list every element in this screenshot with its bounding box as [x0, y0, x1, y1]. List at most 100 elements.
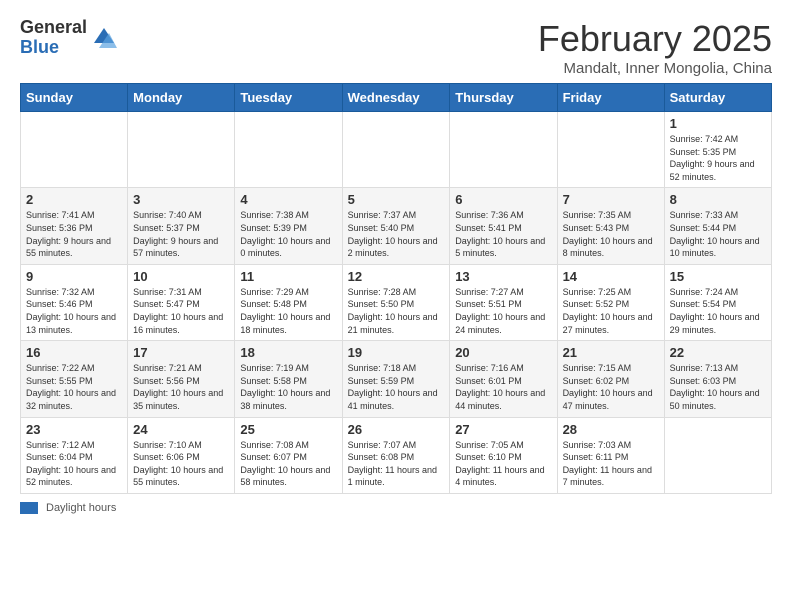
day-cell: 28 Sunrise: 7:03 AM Sunset: 6:11 PM Dayli…	[557, 417, 664, 493]
day-cell: 13 Sunrise: 7:27 AM Sunset: 5:51 PM Dayli…	[450, 264, 557, 340]
day-info: Sunrise: 7:31 AM Sunset: 5:47 PM Dayligh…	[133, 286, 229, 336]
title-block: February 2025 Mandalt, Inner Mongolia, C…	[538, 18, 772, 77]
day-number: 28	[563, 422, 659, 437]
day-number: 20	[455, 345, 551, 360]
day-info: Sunrise: 7:18 AM Sunset: 5:59 PM Dayligh…	[348, 362, 445, 412]
day-number: 21	[563, 345, 659, 360]
day-cell: 2 Sunrise: 7:41 AM Sunset: 5:36 PM Daylig…	[21, 188, 128, 264]
day-cell: 11Sunrise: 7:29 AM Sunset: 5:48 PM Dayli…	[235, 264, 342, 340]
day-info: Sunrise: 7:27 AM Sunset: 5:51 PM Dayligh…	[455, 286, 551, 336]
day-cell: 17 Sunrise: 7:21 AM Sunset: 5:56 PM Dayli…	[128, 341, 235, 417]
day-number: 27	[455, 422, 551, 437]
day-info: Sunrise: 7:07 AM Sunset: 6:08 PM Dayligh…	[348, 439, 445, 489]
day-cell: 21 Sunrise: 7:15 AM Sunset: 6:02 PM Dayli…	[557, 341, 664, 417]
day-cell: 16 Sunrise: 7:22 AM Sunset: 5:55 PM Dayli…	[21, 341, 128, 417]
day-cell	[342, 112, 450, 188]
day-info: Sunrise: 7:21 AM Sunset: 5:56 PM Dayligh…	[133, 362, 229, 412]
day-cell	[21, 112, 128, 188]
weekday-header-tuesday: Tuesday	[235, 84, 342, 112]
page: General Blue February 2025 Mandalt, Inne…	[0, 0, 792, 524]
day-number: 10	[133, 269, 229, 284]
day-number: 11	[240, 269, 336, 284]
day-info: Sunrise: 7:16 AM Sunset: 6:01 PM Dayligh…	[455, 362, 551, 412]
day-info: Sunrise: 7:10 AM Sunset: 6:06 PM Dayligh…	[133, 439, 229, 489]
day-number: 15	[670, 269, 766, 284]
day-cell: 7Sunrise: 7:35 AM Sunset: 5:43 PM Daylig…	[557, 188, 664, 264]
week-row-0: 1 Sunrise: 7:42 AM Sunset: 5:35 PM Daylig…	[21, 112, 772, 188]
day-info: Sunrise: 7:32 AM Sunset: 5:46 PM Dayligh…	[26, 286, 122, 336]
week-row-4: 23Sunrise: 7:12 AM Sunset: 6:04 PM Dayli…	[21, 417, 772, 493]
calendar-title: February 2025	[538, 18, 772, 60]
day-info: Sunrise: 7:25 AM Sunset: 5:52 PM Dayligh…	[563, 286, 659, 336]
header: General Blue February 2025 Mandalt, Inne…	[20, 18, 772, 77]
day-info: Sunrise: 7:28 AM Sunset: 5:50 PM Dayligh…	[348, 286, 445, 336]
day-cell: 1 Sunrise: 7:42 AM Sunset: 5:35 PM Daylig…	[664, 112, 771, 188]
day-cell	[128, 112, 235, 188]
logo-text: General Blue	[20, 18, 87, 58]
day-cell: 8Sunrise: 7:33 AM Sunset: 5:44 PM Daylig…	[664, 188, 771, 264]
day-number: 4	[240, 192, 336, 207]
weekday-header-monday: Monday	[128, 84, 235, 112]
day-cell: 19 Sunrise: 7:18 AM Sunset: 5:59 PM Dayli…	[342, 341, 450, 417]
day-number: 16	[26, 345, 122, 360]
day-info: Sunrise: 7:40 AM Sunset: 5:37 PM Dayligh…	[133, 209, 229, 259]
day-number: 17	[133, 345, 229, 360]
weekday-header-saturday: Saturday	[664, 84, 771, 112]
day-cell: 22 Sunrise: 7:13 AM Sunset: 6:03 PM Dayli…	[664, 341, 771, 417]
logo-general: General	[20, 18, 87, 38]
day-info: Sunrise: 7:15 AM Sunset: 6:02 PM Dayligh…	[563, 362, 659, 412]
day-cell	[557, 112, 664, 188]
day-number: 1	[670, 116, 766, 131]
day-info: Sunrise: 7:41 AM Sunset: 5:36 PM Dayligh…	[26, 209, 122, 259]
day-info: Sunrise: 7:37 AM Sunset: 5:40 PM Dayligh…	[348, 209, 445, 259]
day-number: 18	[240, 345, 336, 360]
week-row-2: 9Sunrise: 7:32 AM Sunset: 5:46 PM Daylig…	[21, 264, 772, 340]
day-info: Sunrise: 7:38 AM Sunset: 5:39 PM Dayligh…	[240, 209, 336, 259]
day-number: 6	[455, 192, 551, 207]
weekday-header-row: SundayMondayTuesdayWednesdayThursdayFrid…	[21, 84, 772, 112]
day-cell	[235, 112, 342, 188]
logo: General Blue	[20, 18, 119, 58]
day-cell: 9Sunrise: 7:32 AM Sunset: 5:46 PM Daylig…	[21, 264, 128, 340]
day-cell: 15 Sunrise: 7:24 AM Sunset: 5:54 PM Dayli…	[664, 264, 771, 340]
weekday-header-thursday: Thursday	[450, 84, 557, 112]
day-number: 5	[348, 192, 445, 207]
day-cell: 26 Sunrise: 7:07 AM Sunset: 6:08 PM Dayli…	[342, 417, 450, 493]
day-info: Sunrise: 7:03 AM Sunset: 6:11 PM Dayligh…	[563, 439, 659, 489]
daylight-label: Daylight hours	[46, 502, 116, 514]
weekday-header-sunday: Sunday	[21, 84, 128, 112]
day-number: 22	[670, 345, 766, 360]
day-info: Sunrise: 7:42 AM Sunset: 5:35 PM Dayligh…	[670, 133, 766, 183]
footer: Daylight hours	[20, 502, 772, 514]
logo-icon	[89, 23, 119, 53]
day-cell: 18 Sunrise: 7:19 AM Sunset: 5:58 PM Dayli…	[235, 341, 342, 417]
day-cell: 10 Sunrise: 7:31 AM Sunset: 5:47 PM Dayli…	[128, 264, 235, 340]
day-cell: 3 Sunrise: 7:40 AM Sunset: 5:37 PM Daylig…	[128, 188, 235, 264]
weekday-header-wednesday: Wednesday	[342, 84, 450, 112]
day-number: 23	[26, 422, 122, 437]
day-number: 8	[670, 192, 766, 207]
day-number: 25	[240, 422, 336, 437]
day-info: Sunrise: 7:08 AM Sunset: 6:07 PM Dayligh…	[240, 439, 336, 489]
calendar-subtitle: Mandalt, Inner Mongolia, China	[538, 60, 772, 77]
weekday-header-friday: Friday	[557, 84, 664, 112]
day-number: 3	[133, 192, 229, 207]
day-cell	[664, 417, 771, 493]
day-info: Sunrise: 7:19 AM Sunset: 5:58 PM Dayligh…	[240, 362, 336, 412]
day-info: Sunrise: 7:22 AM Sunset: 5:55 PM Dayligh…	[26, 362, 122, 412]
day-number: 13	[455, 269, 551, 284]
day-cell: 14Sunrise: 7:25 AM Sunset: 5:52 PM Dayli…	[557, 264, 664, 340]
day-cell: 27Sunrise: 7:05 AM Sunset: 6:10 PM Dayli…	[450, 417, 557, 493]
calendar-table: SundayMondayTuesdayWednesdayThursdayFrid…	[20, 83, 772, 494]
day-number: 2	[26, 192, 122, 207]
day-number: 26	[348, 422, 445, 437]
day-cell: 12Sunrise: 7:28 AM Sunset: 5:50 PM Dayli…	[342, 264, 450, 340]
day-number: 19	[348, 345, 445, 360]
day-cell: 6Sunrise: 7:36 AM Sunset: 5:41 PM Daylig…	[450, 188, 557, 264]
day-info: Sunrise: 7:13 AM Sunset: 6:03 PM Dayligh…	[670, 362, 766, 412]
day-cell: 25 Sunrise: 7:08 AM Sunset: 6:07 PM Dayli…	[235, 417, 342, 493]
day-info: Sunrise: 7:24 AM Sunset: 5:54 PM Dayligh…	[670, 286, 766, 336]
day-cell: 24Sunrise: 7:10 AM Sunset: 6:06 PM Dayli…	[128, 417, 235, 493]
day-cell: 4 Sunrise: 7:38 AM Sunset: 5:39 PM Daylig…	[235, 188, 342, 264]
week-row-3: 16 Sunrise: 7:22 AM Sunset: 5:55 PM Dayli…	[21, 341, 772, 417]
